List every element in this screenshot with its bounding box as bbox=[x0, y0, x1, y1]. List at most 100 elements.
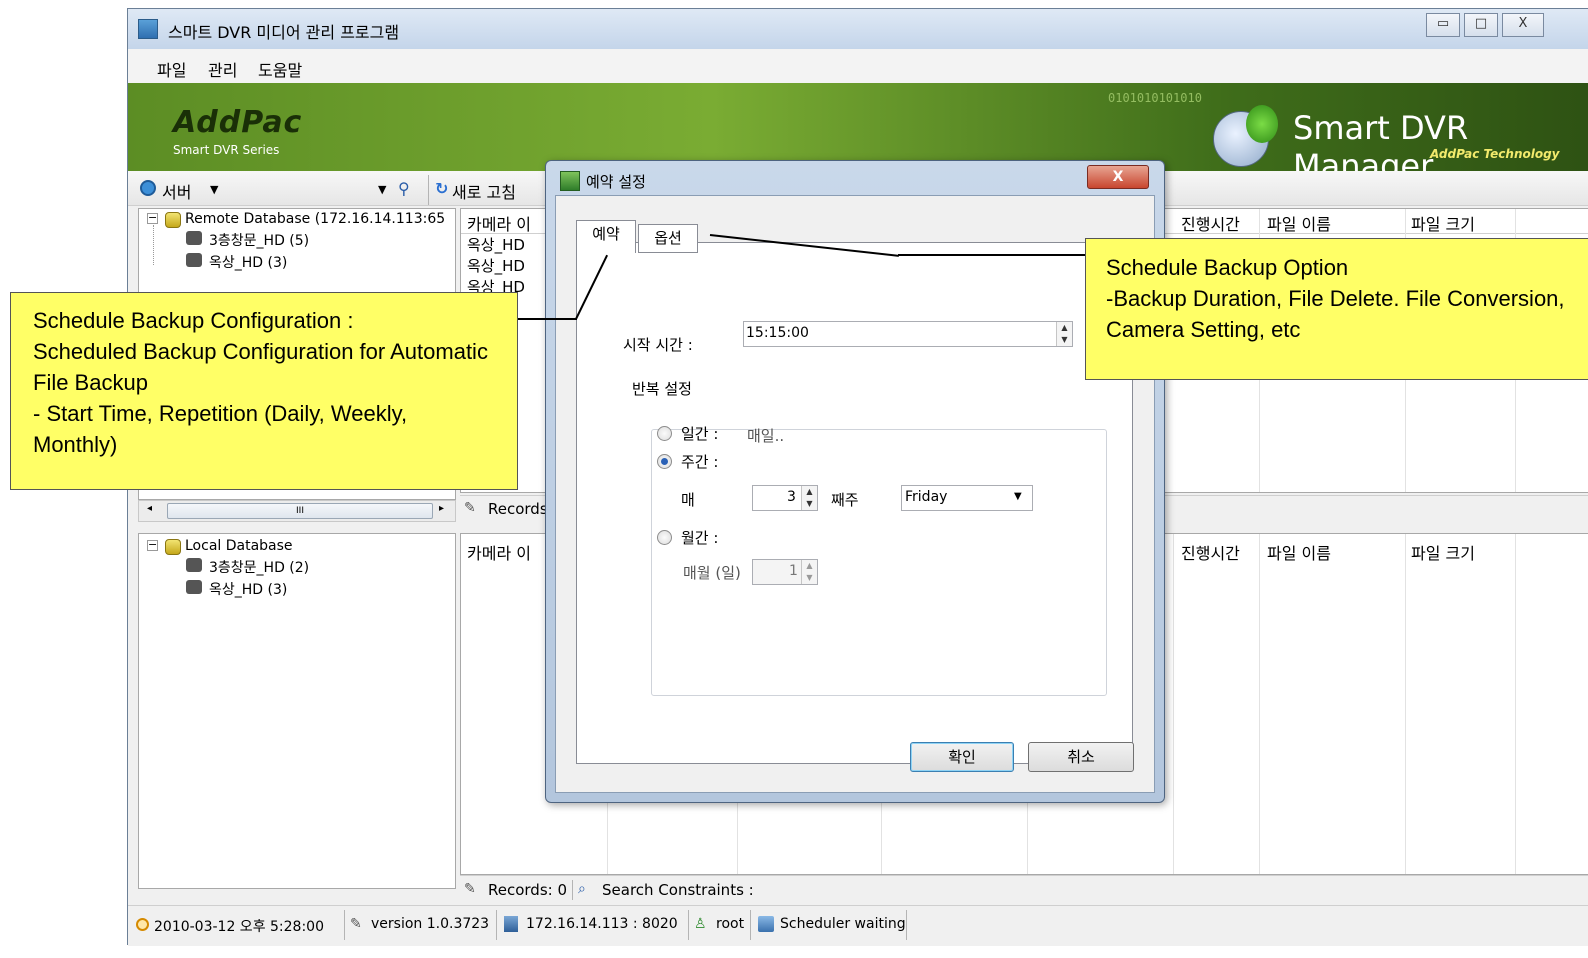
status-separator bbox=[688, 910, 689, 940]
table-row[interactable]: 옥상_HD bbox=[467, 234, 525, 255]
schedule-icon bbox=[560, 171, 580, 191]
monthly-every-label: 매월 (일) bbox=[683, 564, 741, 582]
status-version: version 1.0.3723 bbox=[371, 916, 490, 932]
user-icon: ♙ bbox=[694, 916, 707, 932]
lower-grid-status: ✎ Records: 0 ⌕ Search Constraints : bbox=[460, 875, 1588, 904]
scheduler-icon bbox=[758, 916, 774, 932]
menu-manage[interactable]: 관리 bbox=[208, 57, 237, 81]
clock-icon bbox=[136, 918, 149, 931]
search-server-icon bbox=[140, 180, 156, 196]
menu-file[interactable]: 파일 bbox=[157, 57, 186, 81]
weekly-label[interactable]: 주간 : bbox=[681, 451, 718, 472]
daily-value: 매일.. bbox=[747, 427, 785, 445]
chevron-down-icon[interactable]: ▼ bbox=[1014, 491, 1022, 502]
tree-item-camera[interactable]: 옥상_HD (3) bbox=[209, 252, 287, 272]
brand-logo: AddPac bbox=[173, 105, 303, 140]
status-separator bbox=[750, 910, 751, 940]
scroll-right-icon[interactable]: ▸ bbox=[439, 503, 444, 514]
column-divider bbox=[1259, 534, 1260, 874]
tree-item-camera[interactable]: 3층창문_HD (5) bbox=[209, 230, 309, 250]
records-count: Records bbox=[488, 500, 548, 518]
tree-horizontal-scrollbar[interactable]: ◂ III ▸ bbox=[138, 500, 456, 522]
binoculars-icon[interactable]: ⚲ bbox=[398, 179, 410, 198]
callout-right-text: Schedule Backup Option -Backup Duration,… bbox=[1106, 255, 1565, 342]
weekly-number-field[interactable]: 3 ▲ ▼ bbox=[752, 485, 818, 511]
callout-line bbox=[517, 318, 577, 320]
camera-icon bbox=[186, 558, 202, 572]
records-count: Records: 0 bbox=[488, 881, 568, 899]
scroll-thumb[interactable]: III bbox=[167, 503, 433, 519]
records-icon: ✎ bbox=[464, 500, 476, 516]
monthly-radio[interactable] bbox=[657, 530, 672, 545]
schedule-option-callout: Schedule Backup Option -Backup Duration,… bbox=[1085, 238, 1588, 380]
search-constraints: Search Constraints : bbox=[602, 881, 754, 899]
minimize-button[interactable]: ▭ bbox=[1426, 13, 1460, 37]
local-tree-panel: − Local Database 3층창문_HD (2) 옥상_HD (3) bbox=[138, 533, 456, 889]
local-database-node[interactable]: Local Database bbox=[185, 538, 293, 554]
start-time-label: 시작 시간 : bbox=[623, 336, 693, 354]
remote-database-node[interactable]: Remote Database (172.16.14.113:65 bbox=[185, 211, 445, 227]
column-header-filename[interactable]: 파일 이름 bbox=[1267, 211, 1331, 235]
column-header-duration[interactable]: 진행시간 bbox=[1181, 211, 1240, 235]
camera-icon bbox=[186, 580, 202, 594]
menu-bar: 파일 관리 도움말 bbox=[128, 49, 1588, 84]
repeat-group-title: 반복 설정 bbox=[629, 378, 695, 399]
server-dropdown[interactable]: 서버 bbox=[162, 179, 191, 203]
tab-options[interactable]: 옵션 bbox=[638, 224, 698, 253]
column-header-filename[interactable]: 파일 이름 bbox=[1267, 540, 1331, 564]
banner-binary: 0101010101010 bbox=[1108, 91, 1202, 105]
dialog-close-button[interactable]: X bbox=[1087, 165, 1149, 189]
daily-radio[interactable] bbox=[657, 426, 672, 441]
table-row[interactable]: 옥상_HD bbox=[467, 255, 525, 276]
status-user: root bbox=[716, 916, 745, 932]
toolbar-separator bbox=[428, 175, 429, 205]
maximize-button[interactable]: □ bbox=[1464, 13, 1498, 37]
status-scheduler: Scheduler waiting bbox=[780, 916, 906, 932]
close-button[interactable]: X bbox=[1502, 13, 1544, 37]
weekly-number-spinner[interactable]: ▲ ▼ bbox=[801, 486, 817, 510]
start-time-spinner[interactable]: ▲ ▼ bbox=[1056, 322, 1072, 346]
column-header-camera[interactable]: 카메라 이 bbox=[467, 540, 531, 564]
column-header-duration[interactable]: 진행시간 bbox=[1181, 540, 1240, 564]
column-header-filesize[interactable]: 파일 크기 bbox=[1411, 540, 1475, 564]
monthly-day-field[interactable]: 1 ▲ ▼ bbox=[752, 559, 818, 585]
status-datetime: 2010-03-12 오후 5:28:00 bbox=[154, 919, 324, 935]
cancel-button[interactable]: 취소 bbox=[1028, 742, 1134, 772]
menu-help[interactable]: 도움말 bbox=[258, 57, 302, 81]
daily-label[interactable]: 일간 : bbox=[681, 423, 718, 444]
column-header-camera[interactable]: 카메라 이 bbox=[467, 211, 531, 235]
version-icon: ✎ bbox=[350, 916, 362, 932]
collapse-icon[interactable]: − bbox=[147, 539, 158, 551]
dropdown-arrow-icon[interactable]: ▼ bbox=[378, 183, 386, 196]
tab-content: 시작 시간 : 15:15:00 ▲ ▼ 반복 설정 일간 : 매일.. 주간 :… bbox=[576, 242, 1133, 764]
database-icon bbox=[165, 539, 181, 555]
server-dropdown-arrow-icon[interactable]: ▼ bbox=[210, 183, 218, 196]
tree-line bbox=[153, 225, 155, 265]
tree-item-camera[interactable]: 옥상_HD (3) bbox=[209, 579, 287, 599]
monthly-day-number: 1 bbox=[789, 563, 798, 579]
dialog-title: 예약 설정 bbox=[586, 173, 646, 191]
weekly-radio[interactable] bbox=[657, 454, 672, 469]
schedule-config-callout: Schedule Backup Configuration : Schedule… bbox=[10, 292, 518, 490]
tab-schedule[interactable]: 예약 bbox=[576, 220, 636, 253]
product-subtitle: AddPac Technology bbox=[1430, 147, 1560, 161]
weekly-suffix: 째주 bbox=[831, 491, 859, 509]
status-separator bbox=[906, 910, 907, 940]
monthly-label[interactable]: 월간 : bbox=[681, 527, 718, 548]
collapse-icon[interactable]: − bbox=[147, 212, 158, 224]
scroll-left-icon[interactable]: ◂ bbox=[147, 503, 152, 514]
refresh-button[interactable]: 새로 고침 bbox=[452, 179, 516, 203]
column-header-filesize[interactable]: 파일 크기 bbox=[1411, 211, 1475, 235]
weekly-every-label: 매 bbox=[681, 491, 695, 509]
weekly-number: 3 bbox=[787, 489, 796, 505]
schedule-dialog: 예약 설정 X 시작 시간 : 15:15:00 ▲ ▼ 반복 설정 일간 : 매… bbox=[545, 160, 1165, 803]
status-separator bbox=[572, 880, 573, 900]
start-time-value: 15:15:00 bbox=[746, 325, 809, 341]
tree-item-camera[interactable]: 3층창문_HD (2) bbox=[209, 557, 309, 577]
column-divider bbox=[1515, 534, 1516, 874]
start-time-field[interactable]: 15:15:00 ▲ ▼ bbox=[743, 321, 1073, 347]
weekday-select[interactable]: Friday ▼ bbox=[901, 485, 1033, 511]
dialog-body: 시작 시간 : 15:15:00 ▲ ▼ 반복 설정 일간 : 매일.. 주간 :… bbox=[555, 195, 1155, 793]
monthly-day-spinner[interactable]: ▲ ▼ bbox=[801, 560, 817, 584]
ok-button[interactable]: 확인 bbox=[910, 742, 1014, 772]
